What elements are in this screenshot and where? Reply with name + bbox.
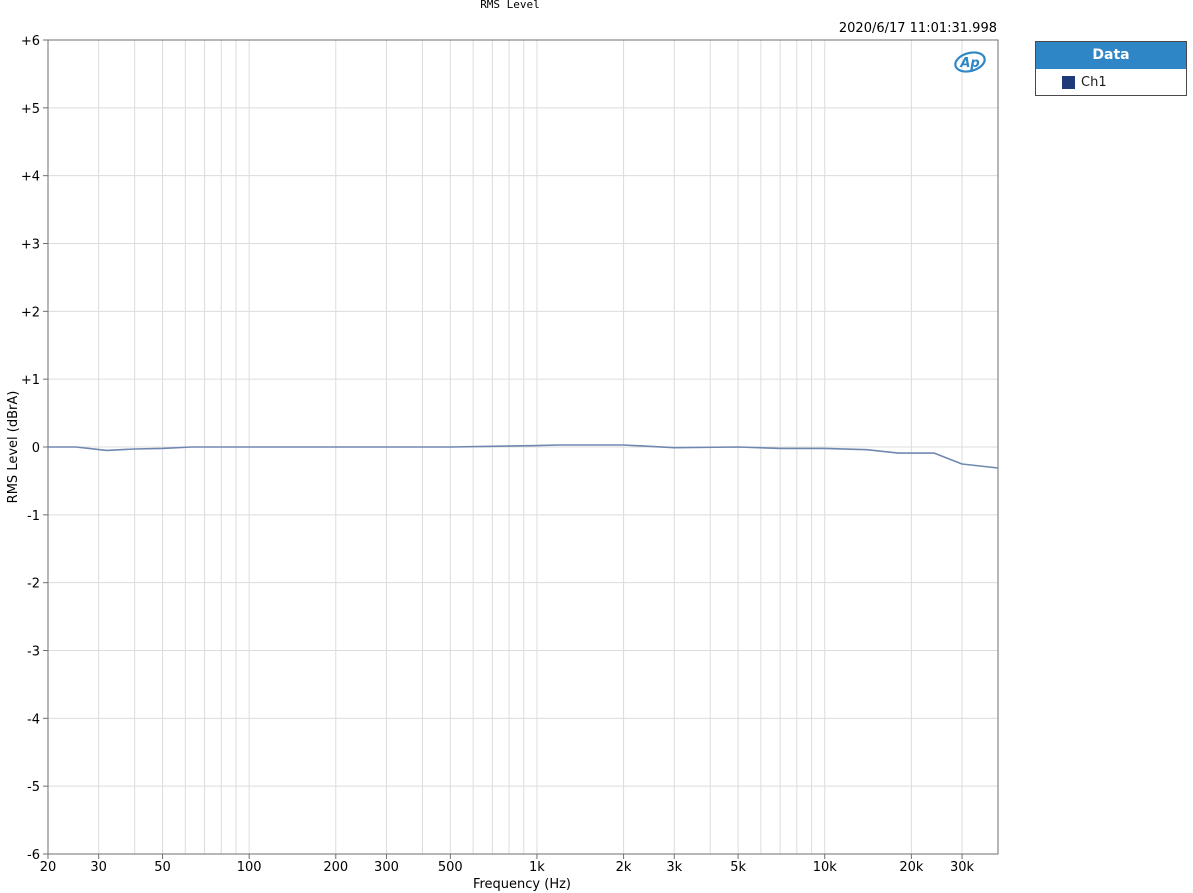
y-axis: +6 +5 +4 +3 +2 +1 0 -1 -2 -3 -4 -5 -6 xyxy=(21,34,48,863)
y-tick-label: +4 xyxy=(21,170,40,185)
y-tick-label: +6 xyxy=(21,34,40,49)
legend-title: Data xyxy=(1036,42,1186,69)
y-tick-label: -5 xyxy=(27,780,40,795)
x-tick-label: 20 xyxy=(40,860,57,875)
x-tick-label: 100 xyxy=(237,860,262,875)
x-tick-label: 2k xyxy=(616,860,632,875)
x-tick-label: 50 xyxy=(154,860,171,875)
chart-title: RMS Level xyxy=(480,0,540,11)
x-axis: 20 30 50 100 200 300 500 1k 2k 3k 5k 10k 20k 30k xyxy=(40,854,975,875)
series-layer xyxy=(48,444,999,469)
y-tick-label: +2 xyxy=(21,305,40,320)
y-tick-label: -2 xyxy=(27,577,40,592)
y-tick-label: 0 xyxy=(32,441,40,456)
legend-swatch xyxy=(1062,75,1075,89)
y-tick-label: -1 xyxy=(27,509,40,524)
y-tick-label: +3 xyxy=(21,238,40,253)
x-tick-label: 300 xyxy=(374,860,399,875)
x-tick-label: 500 xyxy=(438,860,463,875)
chart-timestamp: 2020/6/17 11:01:31.998 xyxy=(839,21,997,36)
legend-label: Ch1 xyxy=(1081,74,1107,90)
y-tick-label: +1 xyxy=(21,373,40,388)
y-tick-label: -3 xyxy=(27,645,40,660)
x-tick-label: 20k xyxy=(899,860,924,875)
x-tick-label: 30k xyxy=(950,860,975,875)
legend: Data Ch1 xyxy=(1035,41,1187,96)
ap-logo-icon: Ap xyxy=(954,51,986,73)
x-axis-label: Frequency (Hz) xyxy=(473,877,571,892)
legend-item-ch1[interactable]: Ch1 xyxy=(1036,69,1186,95)
x-tick-label: 1k xyxy=(529,860,545,875)
y-axis-label: RMS Level (dBrA) xyxy=(6,391,21,504)
ap-logo-text: Ap xyxy=(959,56,979,71)
y-tick-label: +5 xyxy=(21,102,40,117)
x-tick-label: 5k xyxy=(730,860,746,875)
x-tick-label: 200 xyxy=(323,860,348,875)
y-tick-label: -6 xyxy=(27,848,40,863)
x-tick-label: 3k xyxy=(666,860,682,875)
chart: RMS Level 2020/6/17 11:01:31.998 +6+5+4+… xyxy=(6,0,999,892)
y-tick-label: -4 xyxy=(27,712,40,727)
x-tick-label: 10k xyxy=(813,860,838,875)
series-line-ch1[interactable] xyxy=(48,444,999,469)
x-tick-label: 30 xyxy=(90,860,107,875)
